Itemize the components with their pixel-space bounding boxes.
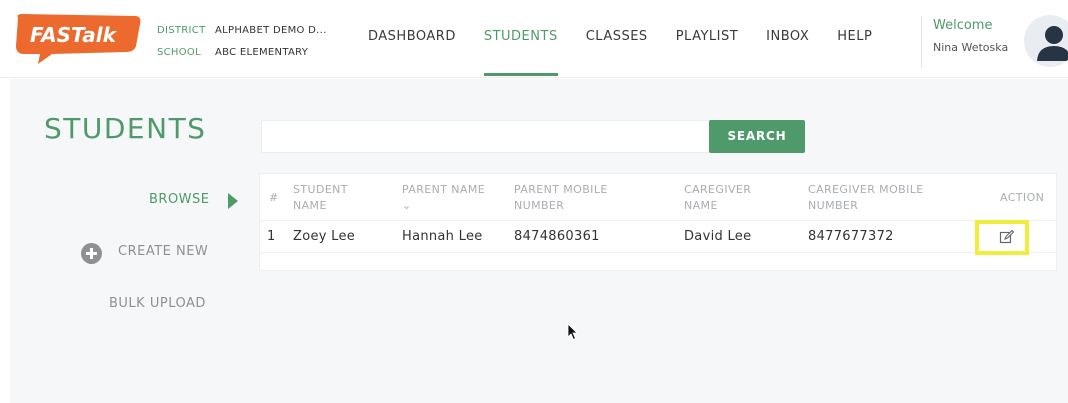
school-value[interactable]: ABC ELEMENTARY <box>215 47 308 58</box>
row-parent-mobile: 8474860361 <box>514 229 600 244</box>
search-input[interactable] <box>261 120 711 153</box>
row-caregiver-mobile: 8477677372 <box>808 229 894 244</box>
col-caregiver-name[interactable]: CAREGIVER NAME <box>684 182 774 214</box>
user-name: Nina Wetoska <box>933 41 1009 54</box>
edit-icon[interactable] <box>999 229 1015 245</box>
col-action: ACTION <box>1000 191 1045 204</box>
top-header: FASTalk DISTRICT ALPHABET DEMO D... SCHOO… <box>0 0 1068 78</box>
col-parent-name-label: PARENT NAME <box>402 183 486 196</box>
col-parent-name[interactable]: PARENT NAME ⌄ <box>402 182 502 214</box>
sidebar-browse[interactable]: BROWSE <box>149 192 210 207</box>
col-index: # <box>269 191 279 204</box>
row-divider <box>260 252 1056 253</box>
students-table: # STUDENT NAME PARENT NAME ⌄ PARENT MOBI… <box>259 173 1057 271</box>
district-value[interactable]: ALPHABET DEMO D... <box>215 25 327 36</box>
col-student-name[interactable]: STUDENT NAME <box>293 182 363 214</box>
nav-classes[interactable]: CLASSES <box>586 0 648 78</box>
row-caregiver-name: David Lee <box>684 229 752 244</box>
search-button[interactable]: SEARCH <box>709 120 805 153</box>
mouse-cursor-icon <box>567 323 578 341</box>
nav-inbox[interactable]: INBOX <box>766 0 809 78</box>
row-student-name: Zoey Lee <box>293 229 356 244</box>
page-title: STUDENTS <box>44 112 207 145</box>
avatar[interactable] <box>1024 15 1068 67</box>
row-divider <box>260 220 1056 221</box>
nav-dashboard[interactable]: DASHBOARD <box>368 0 456 78</box>
district-label: DISTRICT <box>157 25 206 36</box>
nav-students[interactable]: STUDENTS <box>483 0 558 78</box>
user-icon <box>1037 26 1068 61</box>
col-parent-mobile[interactable]: PARENT MOBILE NUMBER <box>514 182 634 214</box>
school-label: SCHOOL <box>157 47 201 58</box>
nav-playlist[interactable]: PLAYLIST <box>676 0 738 78</box>
col-caregiver-mobile[interactable]: CAREGIVER MOBILE NUMBER <box>808 182 948 214</box>
fastalk-logo[interactable]: FASTalk <box>12 12 144 64</box>
plus-circle-icon[interactable] <box>81 243 102 264</box>
row-index: 1 <box>267 229 276 244</box>
main-nav: DASHBOARD STUDENTS CLASSES PLAYLIST INBO… <box>368 0 900 78</box>
row-parent-name: Hannah Lee <box>402 229 483 244</box>
logo-text: FASTalk <box>30 23 118 47</box>
nav-help[interactable]: HELP <box>837 0 872 78</box>
sort-chevron-icon[interactable]: ⌄ <box>402 199 412 212</box>
org-info: DISTRICT ALPHABET DEMO D... SCHOOL ABC ELE… <box>157 20 327 64</box>
user-welcome[interactable]: Welcome Nina Wetoska <box>921 16 1008 68</box>
sidebar-bulk-upload[interactable]: BULK UPLOAD <box>109 296 206 311</box>
sidebar-create-new[interactable]: CREATE NEW <box>118 244 208 259</box>
play-arrow-icon <box>228 193 238 209</box>
welcome-text: Welcome <box>933 18 993 33</box>
